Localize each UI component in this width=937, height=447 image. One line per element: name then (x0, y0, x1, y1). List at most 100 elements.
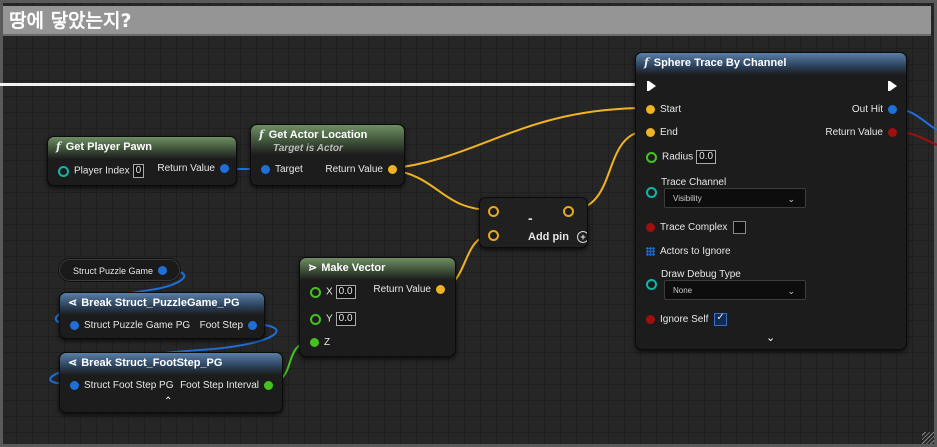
pin-label: Y (326, 313, 333, 325)
pin-label: Player Index (74, 165, 130, 177)
output-pin-icon[interactable] (888, 127, 897, 137)
node-title: Get Player Pawn (65, 141, 152, 153)
node-sphere-trace-by-channel[interactable]: f Sphere Trace By Channel Start End Radiu… (635, 52, 907, 350)
output-pin-icon[interactable] (220, 163, 229, 173)
break-struct-icon: ⋖ (68, 297, 78, 309)
y-pin-row[interactable]: Y 0.0 (310, 312, 356, 326)
node-header: f Get Actor Location Target is Actor (251, 125, 404, 155)
pin-label: Return Value (825, 127, 883, 138)
output-pin-icon[interactable] (248, 320, 257, 330)
pin-label: Start (660, 104, 682, 115)
node-get-actor-location[interactable]: f Get Actor Location Target is Actor Targ… (250, 124, 405, 186)
x-field[interactable]: 0.0 (335, 285, 356, 299)
wire-location-to-start (386, 107, 649, 170)
player-index-field[interactable]: 0 (132, 164, 145, 178)
chevron-down-icon[interactable]: ⌄ (766, 331, 775, 344)
radius-pin-row[interactable]: Radius 0.0 (646, 150, 717, 164)
input-pin-icon[interactable] (70, 380, 79, 390)
return-value-pin-row[interactable]: Return Value (373, 284, 445, 295)
array-pin-icon[interactable] (646, 246, 655, 256)
resize-grip-icon[interactable] (922, 432, 934, 444)
node-break-puzzle-game[interactable]: ⋖ Break Struct_PuzzleGame_PG Struct Puzzl… (59, 292, 265, 339)
input-pin-b[interactable] (488, 230, 499, 241)
x-pin-row[interactable]: X 0.0 (310, 285, 356, 299)
z-pin-row[interactable]: Z (310, 337, 330, 348)
input-pin-icon[interactable] (646, 127, 655, 137)
radius-field[interactable]: 0.0 (696, 150, 717, 164)
node-make-vector[interactable]: ⋗ Make Vector X 0.0 Y 0.0 Z Return Value (299, 257, 456, 357)
node-subtract[interactable]: - Add pin + (479, 197, 588, 248)
return-value-pin-row[interactable]: Return Value (157, 163, 229, 174)
input-pin-icon[interactable] (310, 286, 321, 298)
node-header: f Get Player Pawn (48, 137, 236, 159)
foot-step-interval-pin-row[interactable]: Foot Step Interval (180, 380, 273, 391)
draw-debug-type-dropdown[interactable]: None ⌄ (664, 280, 806, 300)
end-pin-row[interactable]: End (646, 127, 678, 138)
input-pin-icon[interactable] (646, 104, 655, 114)
dropdown-value: Visibility (673, 194, 702, 203)
pin-label: Target (275, 164, 303, 175)
pin-label: Radius (662, 151, 694, 163)
input-pin-icon[interactable] (310, 313, 321, 325)
return-value-pin-row[interactable]: Return Value (325, 164, 397, 175)
output-pin-icon[interactable] (158, 266, 167, 275)
node-title: Sphere Trace By Channel (653, 57, 787, 69)
actors-to-ignore-pin-row[interactable]: Actors to Ignore (646, 246, 731, 257)
pin-label: Foot Step (199, 320, 243, 331)
input-pin-icon[interactable] (261, 164, 270, 174)
input-pin-icon[interactable] (646, 315, 655, 324)
pin-label: Actors to Ignore (660, 246, 731, 257)
node-title: Break Struct_PuzzleGame_PG (81, 297, 240, 309)
output-pin-icon[interactable] (888, 104, 897, 114)
pin-label: Foot Step Interval (180, 380, 259, 391)
function-icon: f (259, 128, 264, 141)
output-pin[interactable] (563, 206, 574, 217)
pin-label: Ignore Self (660, 314, 709, 326)
trace-channel-dropdown[interactable]: Visibility ⌄ (664, 188, 806, 208)
chevron-down-icon: ⌄ (787, 194, 795, 204)
trace-complex-pin-row[interactable]: Trace Complex (646, 221, 747, 234)
target-pin-row[interactable]: Target (261, 164, 303, 175)
pin-label: Return Value (373, 284, 431, 295)
struct-input-pin-row[interactable]: Struct Puzzle Game PG (70, 320, 190, 331)
output-pin-icon[interactable] (436, 284, 445, 294)
y-field[interactable]: 0.0 (335, 312, 356, 326)
draw-debug-type-label: Draw Debug Type (661, 269, 741, 280)
pin-label: Z (324, 337, 331, 348)
add-pin-button[interactable]: Add pin + (528, 231, 587, 243)
pin-label: Return Value (157, 163, 215, 174)
node-break-foot-step[interactable]: ⋖ Break Struct_FootStep_PG Struct Foot St… (59, 352, 283, 413)
pin-label: End (660, 127, 678, 138)
trace-channel-label: Trace Channel (661, 177, 727, 188)
node-title: Make Vector (321, 262, 386, 274)
trace-complex-checkbox[interactable] (733, 221, 747, 234)
return-value-pin-row[interactable]: Return Value (825, 127, 897, 138)
input-pin-icon[interactable] (646, 151, 657, 163)
start-pin-row[interactable]: Start (646, 104, 681, 115)
input-pin-icon[interactable] (70, 320, 79, 330)
exec-in-pin[interactable] (647, 81, 656, 91)
chevron-up-icon[interactable]: ⌃ (164, 396, 172, 407)
pin-label: Struct Puzzle Game PG (84, 320, 191, 331)
struct-input-pin-row[interactable]: Struct Foot Step PG (70, 380, 173, 391)
input-pin-icon[interactable] (646, 223, 655, 232)
pin-label: Struct Foot Step PG (84, 380, 174, 391)
variable-struct-puzzle-game[interactable]: Struct Puzzle Game (59, 259, 180, 281)
output-pin-icon[interactable] (264, 380, 273, 390)
function-icon: f (56, 140, 61, 153)
output-pin-icon[interactable] (388, 164, 397, 174)
trace-channel-pin-icon[interactable] (646, 187, 657, 198)
input-pin-icon[interactable] (310, 337, 319, 347)
ignore-self-pin-row[interactable]: Ignore Self (646, 312, 728, 326)
ignore-self-checkbox[interactable] (714, 312, 728, 326)
out-hit-pin-row[interactable]: Out Hit (852, 104, 897, 115)
make-vector-icon: ⋗ (308, 262, 318, 274)
player-index-pin-row[interactable]: Player Index 0 (58, 164, 145, 178)
pin-label: Out Hit (851, 104, 883, 115)
draw-debug-pin-icon[interactable] (646, 279, 657, 290)
node-get-player-pawn[interactable]: f Get Player Pawn Player Index 0 Return Va… (47, 136, 237, 186)
exec-out-pin[interactable] (888, 81, 897, 91)
input-pin-icon[interactable] (58, 165, 69, 177)
input-pin-a[interactable] (488, 206, 499, 217)
foot-step-pin-row[interactable]: Foot Step (200, 320, 257, 331)
